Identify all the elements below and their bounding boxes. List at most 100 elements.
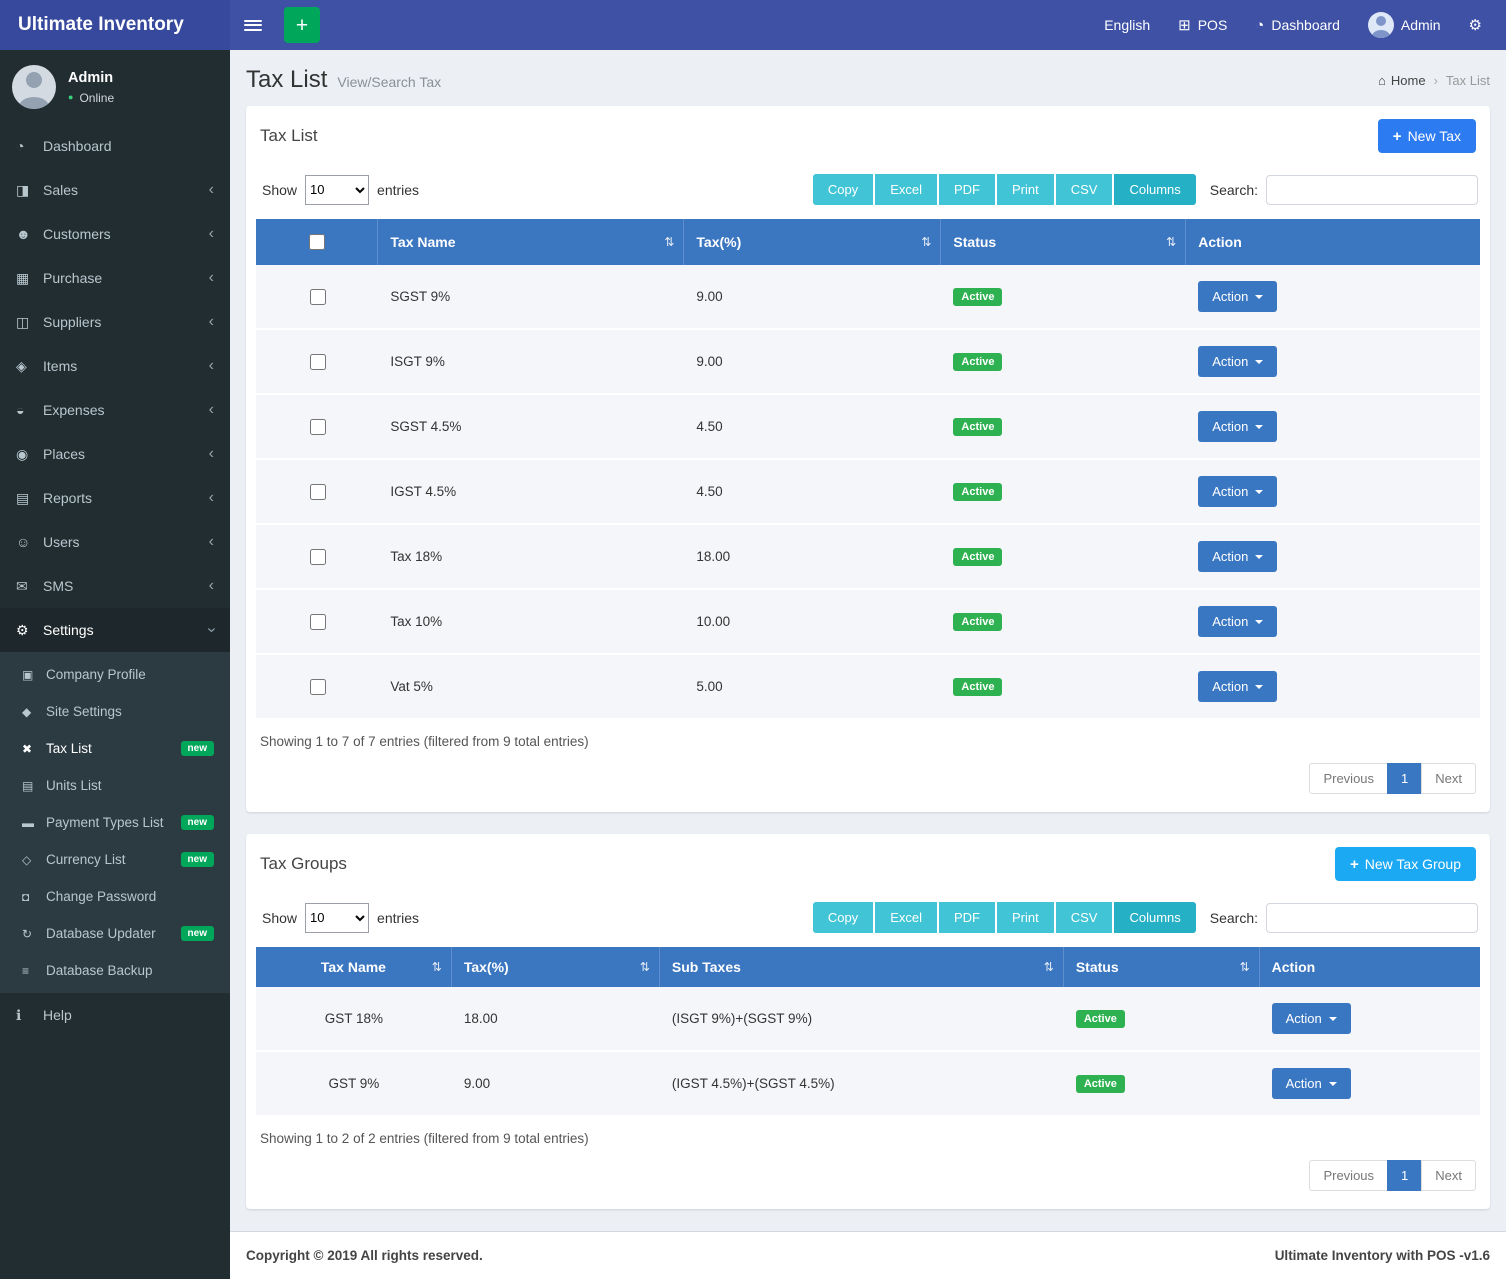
tax-name-cell: ISGT 9% xyxy=(378,330,684,395)
action-dropdown-button[interactable]: Action xyxy=(1198,411,1277,442)
breadcrumb-home-link[interactable]: ⌂ Home xyxy=(1378,73,1426,88)
print-button[interactable]: Print xyxy=(997,174,1054,205)
row-checkbox[interactable] xyxy=(310,354,326,370)
select-all-checkbox[interactable] xyxy=(309,234,325,250)
row-checkbox[interactable] xyxy=(310,419,326,435)
print-button[interactable]: Print xyxy=(997,902,1054,933)
sidebar-item-help[interactable]: ℹ Help xyxy=(0,993,230,1037)
settings-menu[interactable]: ⚙ xyxy=(1469,18,1482,33)
status-badge: Active xyxy=(953,353,1002,371)
sidebar-item-dashboard[interactable]: ◔ Dashboard xyxy=(0,124,230,168)
chevron-left-icon: ‹ xyxy=(209,446,214,462)
copy-button[interactable]: Copy xyxy=(813,174,873,205)
pdf-button[interactable]: PDF xyxy=(939,902,995,933)
excel-button[interactable]: Excel xyxy=(875,174,937,205)
sidebar-item-database-backup[interactable]: ≡ Database Backup xyxy=(0,952,230,989)
action-dropdown-button[interactable]: Action xyxy=(1198,281,1277,312)
previous-page-button[interactable]: Previous xyxy=(1309,763,1388,794)
tax-name-cell: Vat 5% xyxy=(378,655,684,720)
sales-icon: ◨ xyxy=(16,182,43,199)
row-checkbox[interactable] xyxy=(310,289,326,305)
search-label: Search: xyxy=(1210,910,1258,926)
sidebar-item-currency-list[interactable]: ◇ Currency List new xyxy=(0,841,230,878)
status-badge: Active xyxy=(953,483,1002,501)
row-checkbox[interactable] xyxy=(310,679,326,695)
column-header-status[interactable]: Status ⇅ xyxy=(941,219,1186,265)
pdf-button[interactable]: PDF xyxy=(939,174,995,205)
language-menu[interactable]: English xyxy=(1104,17,1150,33)
action-dropdown-button[interactable]: Action xyxy=(1198,541,1277,572)
status-badge: Active xyxy=(953,613,1002,631)
page-1-button[interactable]: 1 xyxy=(1387,1160,1422,1191)
show-label: Show xyxy=(262,182,297,198)
column-header-tax-pct[interactable]: Tax(%) ⇅ xyxy=(684,219,941,265)
row-checkbox[interactable] xyxy=(310,484,326,500)
sidebar-item-tax-list[interactable]: ✖ Tax List new xyxy=(0,730,230,767)
sidebar-item-customers[interactable]: ☻ Customers ‹ xyxy=(0,212,230,256)
sidebar-item-reports[interactable]: ▤ Reports ‹ xyxy=(0,476,230,520)
excel-button[interactable]: Excel xyxy=(875,902,937,933)
sidebar-item-items[interactable]: ◈ Items ‹ xyxy=(0,344,230,388)
sort-icon: ⇅ xyxy=(640,960,650,974)
action-dropdown-button[interactable]: Action xyxy=(1198,671,1277,702)
sidebar-item-sms[interactable]: ✉ SMS ‹ xyxy=(0,564,230,608)
next-page-button[interactable]: Next xyxy=(1421,763,1476,794)
sort-icon: ⇅ xyxy=(1044,960,1054,974)
columns-button[interactable]: Columns xyxy=(1114,902,1195,933)
pos-icon: ⊞ xyxy=(1178,18,1191,33)
sidebar-toggle-button[interactable] xyxy=(230,0,276,50)
row-checkbox[interactable] xyxy=(310,614,326,630)
row-checkbox[interactable] xyxy=(310,549,326,565)
app-root: Ultimate Inventory + English ⊞ POS ◔ Das… xyxy=(0,0,1506,1279)
sidebar-item-users[interactable]: ☺ Users ‹ xyxy=(0,520,230,564)
page-1-button[interactable]: 1 xyxy=(1387,763,1422,794)
sidebar-item-database-updater[interactable]: ↻ Database Updater new xyxy=(0,915,230,952)
sidebar-item-company-profile[interactable]: ▣ Company Profile xyxy=(0,656,230,693)
sidebar-user-name: Admin xyxy=(68,70,114,86)
copy-button[interactable]: Copy xyxy=(813,902,873,933)
action-dropdown-button[interactable]: Action xyxy=(1272,1068,1351,1099)
page-subtitle: View/Search Tax xyxy=(337,74,441,90)
brand[interactable]: Ultimate Inventory xyxy=(0,0,230,50)
sidebar-item-places[interactable]: ◉ Places ‹ xyxy=(0,432,230,476)
sidebar-item-site-settings[interactable]: ◆ Site Settings xyxy=(0,693,230,730)
csv-button[interactable]: CSV xyxy=(1056,902,1113,933)
sidebar-item-purchase[interactable]: ▦ Purchase ‹ xyxy=(0,256,230,300)
table-row: SGST 4.5% 4.50 Active Action xyxy=(256,395,1480,460)
search-label: Search: xyxy=(1210,182,1258,198)
new-tax-group-button[interactable]: + New Tax Group xyxy=(1335,847,1476,881)
pos-link[interactable]: ⊞ POS xyxy=(1178,17,1227,33)
search-input[interactable] xyxy=(1266,903,1478,933)
sidebar-item-sales[interactable]: ◨ Sales ‹ xyxy=(0,168,230,212)
search-input[interactable] xyxy=(1266,175,1478,205)
sidebar-item-suppliers[interactable]: ◫ Suppliers ‹ xyxy=(0,300,230,344)
sidebar-item-payment-types-list[interactable]: ▬ Payment Types List new xyxy=(0,804,230,841)
action-dropdown-button[interactable]: Action xyxy=(1198,606,1277,637)
sidebar-item-settings[interactable]: ⚙ Settings ‹ xyxy=(0,608,230,652)
dashboard-gauge-icon: ◔ xyxy=(1255,18,1264,33)
column-header-tax-name[interactable]: Tax Name ⇅ xyxy=(256,947,452,987)
sidebar-item-units-list[interactable]: ▤ Units List xyxy=(0,767,230,804)
new-tax-button[interactable]: + New Tax xyxy=(1378,119,1476,153)
caret-down-icon xyxy=(1255,490,1263,494)
action-dropdown-button[interactable]: Action xyxy=(1198,346,1277,377)
quick-add-button[interactable]: + xyxy=(284,7,320,43)
next-page-button[interactable]: Next xyxy=(1421,1160,1476,1191)
column-header-status[interactable]: Status ⇅ xyxy=(1064,947,1260,987)
sidebar-item-change-password[interactable]: ◘ Change Password xyxy=(0,878,230,915)
user-menu[interactable]: Admin xyxy=(1368,12,1441,38)
action-dropdown-button[interactable]: Action xyxy=(1198,476,1277,507)
sms-icon: ✉ xyxy=(16,578,43,595)
column-header-sub-taxes[interactable]: Sub Taxes ⇅ xyxy=(660,947,1064,987)
sidebar-item-expenses[interactable]: ◒ Expenses ‹ xyxy=(0,388,230,432)
column-header-tax-pct[interactable]: Tax(%) ⇅ xyxy=(452,947,660,987)
tax-list-card: Tax List + New Tax Show 10 entries xyxy=(246,106,1490,812)
columns-button[interactable]: Columns xyxy=(1114,174,1195,205)
action-dropdown-button[interactable]: Action xyxy=(1272,1003,1351,1034)
previous-page-button[interactable]: Previous xyxy=(1309,1160,1388,1191)
csv-button[interactable]: CSV xyxy=(1056,174,1113,205)
page-length-select[interactable]: 10 xyxy=(305,175,369,205)
column-header-tax-name[interactable]: Tax Name ⇅ xyxy=(378,219,684,265)
page-length-select[interactable]: 10 xyxy=(305,903,369,933)
dashboard-link[interactable]: ◔ Dashboard xyxy=(1255,17,1340,33)
